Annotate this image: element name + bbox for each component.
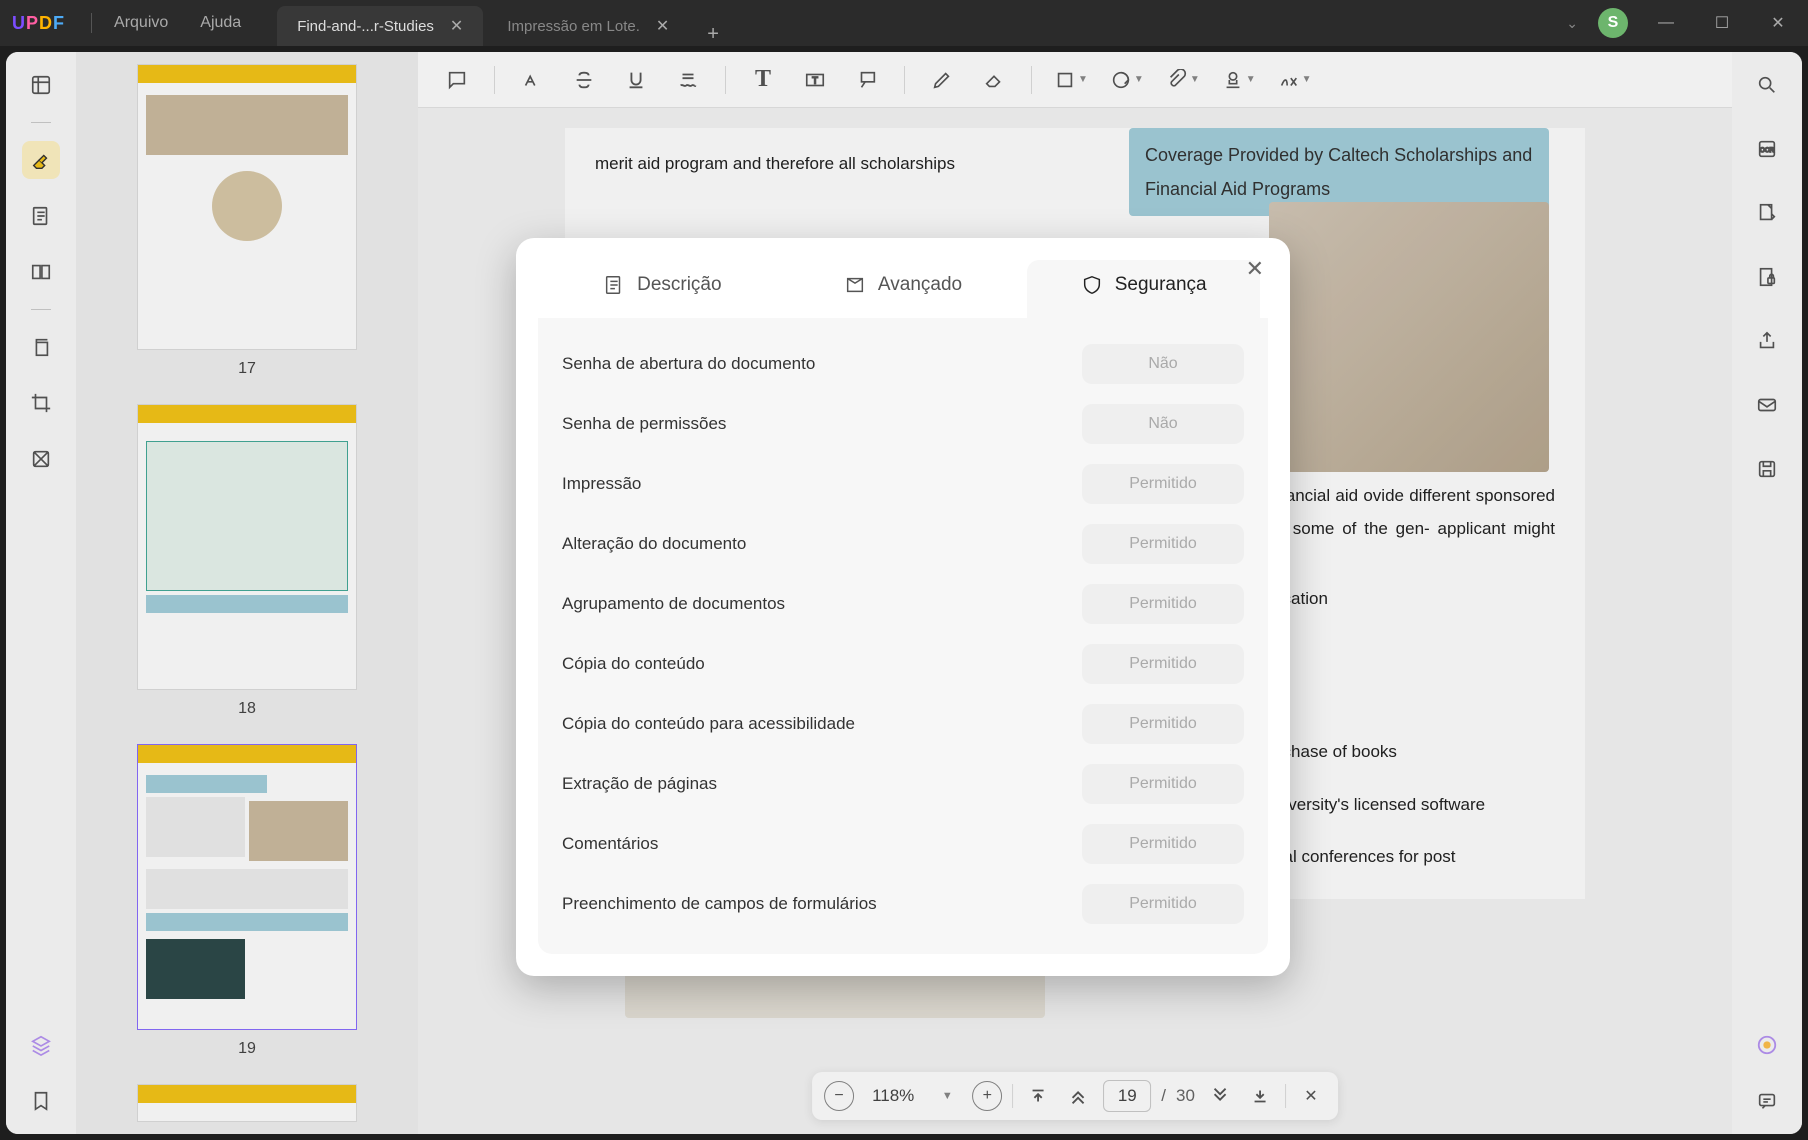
tab-title: Find-and-...r-Studies — [297, 18, 434, 35]
chevron-down-icon[interactable]: ⌄ — [1566, 15, 1578, 32]
security-row: ComentáriosPermitido — [558, 814, 1248, 874]
menu-help[interactable]: Ajuda — [200, 14, 241, 32]
security-row: ImpressãoPermitido — [558, 454, 1248, 514]
security-row: Extração de páginasPermitido — [558, 754, 1248, 814]
main-area: 17 18 19 T T ▼ ▼ ▼ — [6, 52, 1802, 1134]
security-row: Cópia do conteúdoPermitido — [558, 634, 1248, 694]
tab-title: Impressão em Lote. — [507, 18, 640, 35]
security-row: Agrupamento de documentosPermitido — [558, 574, 1248, 634]
close-icon[interactable]: ✕ — [450, 16, 463, 36]
close-button[interactable]: ✕ — [1760, 13, 1796, 33]
security-row: Alteração do documentoPermitido — [558, 514, 1248, 574]
titlebar: UPDF Arquivo Ajuda Find-and-...r-Studies… — [0, 0, 1808, 46]
tab-advanced[interactable]: Avançado — [787, 260, 1020, 318]
tabs: Find-and-...r-Studies ✕ Impressão em Lot… — [277, 0, 733, 46]
modal-body: Senha de abertura do documentoNão Senha … — [538, 318, 1268, 954]
app-logo: UPDF — [12, 13, 65, 34]
close-icon[interactable]: ✕ — [1246, 256, 1264, 282]
tab-description[interactable]: Descrição — [546, 260, 779, 318]
menu-file[interactable]: Arquivo — [114, 14, 168, 32]
maximize-button[interactable]: ☐ — [1704, 13, 1740, 33]
security-row: Senha de abertura do documentoNão — [558, 334, 1248, 394]
description-icon — [603, 274, 625, 296]
shield-icon — [1081, 274, 1103, 296]
tab-active[interactable]: Find-and-...r-Studies ✕ — [277, 6, 483, 46]
tab-security[interactable]: Segurança — [1027, 260, 1260, 318]
close-icon[interactable]: ✕ — [656, 16, 669, 36]
document-properties-modal: Descrição Avançado Segurança ✕ Senha de … — [516, 238, 1290, 976]
add-tab-button[interactable]: + — [693, 23, 733, 46]
avatar[interactable]: S — [1598, 8, 1628, 38]
tab-inactive[interactable]: Impressão em Lote. ✕ — [487, 6, 689, 46]
minimize-button[interactable]: — — [1648, 14, 1684, 32]
security-row: Senha de permissõesNão — [558, 394, 1248, 454]
security-row: Cópia do conteúdo para acessibilidadePer… — [558, 694, 1248, 754]
security-row: Preenchimento de campos de formuláriosPe… — [558, 874, 1248, 934]
advanced-icon — [844, 274, 866, 296]
